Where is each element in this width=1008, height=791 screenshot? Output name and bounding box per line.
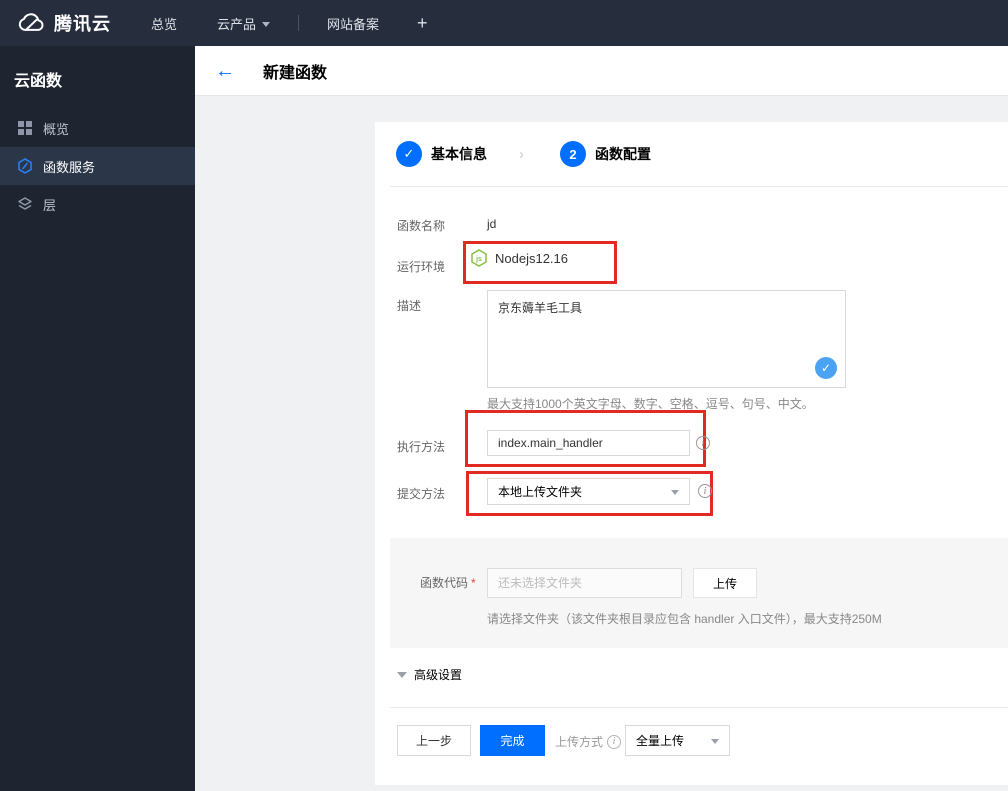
create-function-panel: ✓ 基本信息 › 2 函数配置 函数名称 jd 运行环境 js Nodejs12… (375, 122, 1008, 785)
function-code-section: 函数代码* 上传 请选择文件夹（该文件夹根目录应包含 handler 入口文件）… (390, 538, 1008, 648)
sidebar-item-overview[interactable]: 概览 (0, 109, 195, 147)
description-textarea[interactable]: 京东薅羊毛工具 (488, 291, 845, 387)
add-tab-button[interactable]: + (417, 13, 428, 34)
handler-input[interactable] (487, 430, 690, 456)
select-caret-icon (671, 489, 679, 495)
triangle-down-icon (397, 671, 407, 678)
valid-check-icon: ✓ (815, 357, 837, 379)
upload-mode-row: 上传方式 i (555, 733, 622, 750)
sidebar-item-layers[interactable]: 层 (0, 185, 195, 223)
step1-label: 基本信息 (431, 146, 487, 162)
page-header: ← 新建函数 (195, 46, 1008, 96)
runtime-value-row: js Nodejs12.16 (470, 249, 568, 267)
sidebar-item-label: 函数服务 (43, 159, 96, 175)
upload-mode-label: 上传方式 (555, 735, 604, 749)
handler-label: 执行方法 (397, 440, 446, 454)
runtime-value: Nodejs12.16 (495, 250, 568, 266)
submit-method-value: 本地上传文件夹 (498, 485, 583, 499)
sidebar-item-function-service[interactable]: 函数服务 (0, 147, 195, 185)
description-hint: 最大支持1000个英文字母、数字、空格、逗号、句号、中文。 (487, 397, 814, 411)
upload-mode-value: 全量上传 (636, 734, 685, 748)
select-caret-icon (711, 738, 719, 744)
function-name-label: 函数名称 (397, 219, 446, 233)
page-title: 新建函数 (263, 64, 328, 82)
top-navbar: 腾讯云 总览 云产品 网站备案 + (0, 0, 1008, 46)
back-arrow-icon[interactable]: ← (215, 61, 235, 81)
folder-path-input[interactable] (487, 568, 682, 598)
finish-button[interactable]: 完成 (480, 725, 545, 756)
tencent-cloud-logo-icon (18, 13, 44, 31)
nav-item-overview[interactable]: 总览 (151, 14, 177, 33)
upload-mode-select[interactable]: 全量上传 (625, 725, 730, 756)
required-asterisk: * (471, 576, 476, 590)
function-code-hint: 请选择文件夹（该文件夹根目录应包含 handler 入口文件），最大支持250M (487, 612, 882, 626)
content-background: ✓ 基本信息 › 2 函数配置 函数名称 jd 运行环境 js Nodejs12… (195, 96, 1008, 791)
divider (390, 707, 1008, 708)
grid-icon (18, 121, 32, 135)
submit-method-info-icon[interactable]: i (698, 484, 712, 498)
sidebar-item-label: 概览 (43, 121, 70, 137)
nav-item-cloud-products[interactable]: 云产品 (217, 14, 271, 33)
wizard-steps: ✓ 基本信息 › 2 函数配置 (396, 141, 651, 167)
scf-hexagon-icon (18, 158, 32, 174)
sidebar: 云函数 概览 函数服务 层 (0, 46, 195, 791)
step1-check-icon: ✓ (396, 141, 422, 167)
function-name-value: jd (487, 217, 497, 231)
divider (390, 186, 1008, 187)
nav-item-website-filing[interactable]: 网站备案 (327, 14, 379, 33)
chevron-down-icon (262, 21, 271, 27)
description-field-wrapper: 京东薅羊毛工具 ✓ (487, 290, 846, 388)
brand[interactable]: 腾讯云 (16, 10, 111, 36)
handler-info-icon[interactable]: i (696, 436, 710, 450)
nodejs-icon: js (471, 249, 487, 267)
function-code-label: 函数代码 * (420, 576, 476, 590)
step2-number: 2 (560, 141, 586, 167)
advanced-settings-label: 高级设置 (414, 668, 463, 682)
step2-label: 函数配置 (595, 146, 651, 162)
previous-step-button[interactable]: 上一步 (397, 725, 471, 756)
sidebar-item-label: 层 (43, 197, 57, 213)
advanced-settings-toggle[interactable]: 高级设置 (397, 666, 462, 683)
svg-text:js: js (475, 256, 482, 263)
runtime-label: 运行环境 (397, 260, 446, 274)
brand-name: 腾讯云 (54, 14, 111, 34)
layers-icon (18, 197, 32, 210)
upload-button[interactable]: 上传 (693, 568, 757, 598)
submit-method-label: 提交方法 (397, 487, 446, 501)
sidebar-title: 云函数 (14, 73, 63, 90)
upload-mode-info-icon[interactable]: i (607, 734, 622, 749)
description-label: 描述 (397, 299, 422, 313)
submit-method-select[interactable]: 本地上传文件夹 (487, 478, 690, 505)
nav-divider (298, 15, 300, 31)
step-separator-chevron-icon: › (519, 145, 524, 163)
